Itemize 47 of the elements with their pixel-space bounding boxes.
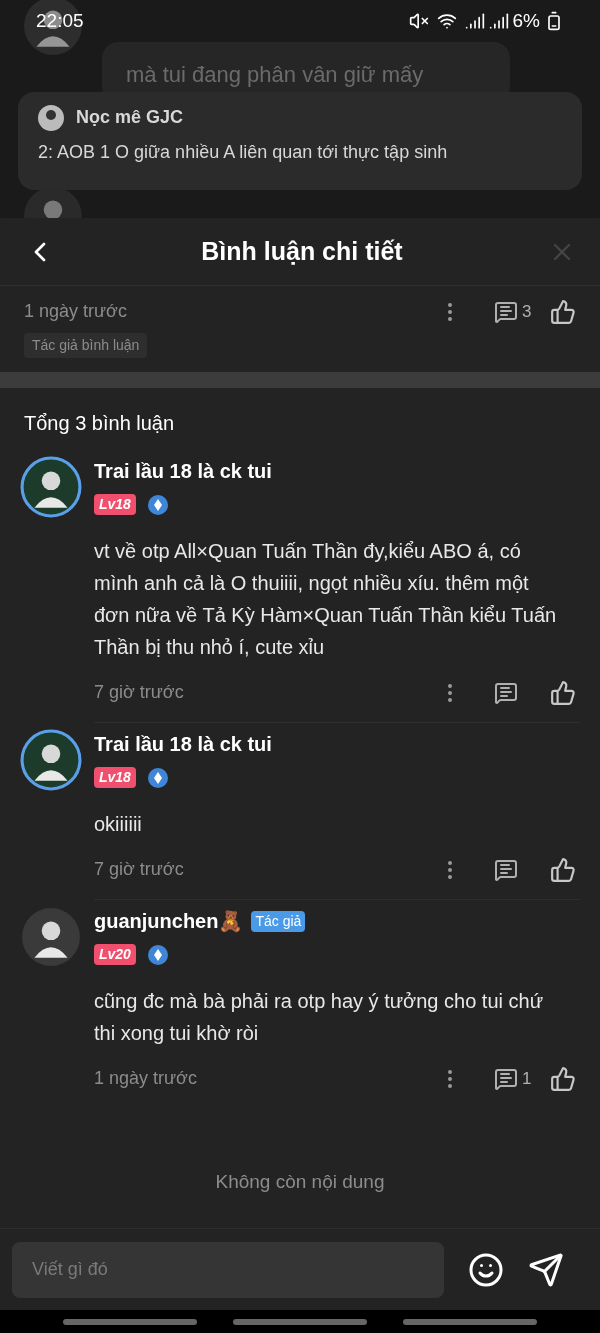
- diamond-badge-icon: [147, 944, 168, 965]
- tag: Tác giả bình luận: [24, 333, 148, 358]
- reply-icon[interactable]: [494, 299, 518, 324]
- user-name[interactable]: guanjunchen🧸: [94, 906, 244, 936]
- user-name[interactable]: Trai lầu 18 là ck tui: [94, 456, 272, 486]
- sheet-title: Bình luận chi tiết: [200, 235, 404, 267]
- avatar: [22, 0, 84, 57]
- timestamp: 1 ngày trước: [24, 300, 128, 323]
- battery-percent: 6%: [512, 8, 540, 33]
- comment-input[interactable]: Viết gì đó: [12, 1241, 444, 1298]
- like-icon[interactable]: [550, 298, 576, 325]
- reply-count: 1: [522, 1067, 532, 1090]
- like-icon[interactable]: [550, 856, 576, 883]
- reply-icon[interactable]: [494, 1066, 518, 1091]
- user-name[interactable]: Trai lầu 18 là ck tui: [94, 729, 272, 759]
- reply-count: 3: [522, 300, 532, 323]
- author-badge: Tác giả: [251, 910, 306, 932]
- quote-text: 2: AOB 1 O giữa nhiều A liên quan tới thực tập sinh: [38, 141, 449, 164]
- like-icon[interactable]: [550, 1065, 576, 1092]
- avatar: [38, 104, 64, 131]
- timestamp: 1 ngày trước: [94, 1067, 198, 1090]
- avatar: [20, 906, 82, 968]
- wifi-icon: [436, 11, 457, 31]
- mute-icon: [408, 11, 429, 31]
- comment-text: cũng đc mà bà phải ra otp hay ý tưởng cho tui chứ thi xong tui khờ ròi: [94, 989, 545, 1046]
- diamond-badge-icon: [147, 494, 168, 515]
- reply-icon[interactable]: [494, 857, 518, 882]
- comment-text: vt về otp All×Quan Tuấn Thần đy,kiểu ABO á, có mình anh cả là O thuiiii, ngọt nhiều xíu. thêm một đơn nữa về Tả Kỳ Hàm×Quan Tuấn Thần kiểu Tuấn Thần bị thu nhỏ í, cute xỉu: [94, 539, 558, 660]
- diamond-badge-icon: [147, 767, 168, 788]
- end-of-list-text: Không còn nội dung: [215, 1170, 385, 1194]
- level-badge: Lv18: [94, 767, 136, 788]
- timestamp: 7 giờ trước: [94, 681, 185, 704]
- avatar: [20, 456, 82, 518]
- level-badge: Lv18: [94, 494, 136, 515]
- timestamp: 7 giờ trước: [94, 858, 185, 881]
- author-name: Nọc mê GJC: [76, 106, 184, 129]
- signal-icon: [464, 11, 485, 31]
- signal-icon: [488, 11, 509, 31]
- level-badge: Lv20: [94, 944, 136, 965]
- clock: 22:05: [36, 8, 84, 33]
- comment-total: Tổng 3 bình luận: [24, 412, 175, 434]
- avatar: [20, 729, 82, 791]
- comment-text: okiiiiii: [94, 812, 143, 837]
- like-icon[interactable]: [550, 679, 576, 706]
- emoji-icon[interactable]: [468, 1251, 504, 1288]
- send-icon[interactable]: [528, 1251, 564, 1288]
- reply-icon[interactable]: [494, 680, 518, 705]
